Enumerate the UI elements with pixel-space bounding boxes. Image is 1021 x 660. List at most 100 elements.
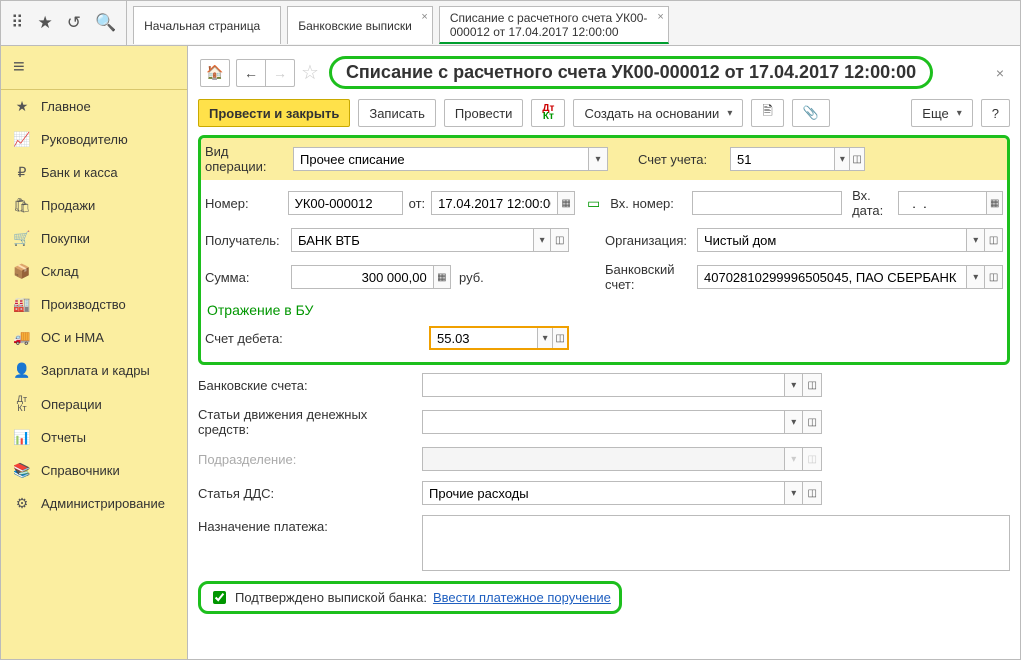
report-icon: 📊 bbox=[13, 429, 31, 446]
in-date-label: Вх. дата: bbox=[848, 188, 892, 218]
debit-account-label: Счет дебета: bbox=[205, 331, 423, 346]
post-button[interactable]: Провести bbox=[444, 99, 524, 127]
forward-button[interactable]: → bbox=[265, 59, 295, 87]
close-icon[interactable]: × bbox=[421, 10, 427, 24]
sum-field[interactable] bbox=[292, 266, 433, 288]
open-icon[interactable]: ◫ bbox=[802, 411, 821, 433]
dtkt-icon: ДтКт bbox=[13, 395, 31, 413]
sidebar-item-production[interactable]: 🏭Производство bbox=[1, 288, 187, 321]
sidebar-item-main[interactable]: ★Главное bbox=[1, 90, 187, 123]
number-field[interactable] bbox=[289, 192, 402, 214]
cashflow-items-field[interactable] bbox=[423, 411, 784, 433]
person-icon: 👤 bbox=[13, 362, 31, 379]
sidebar-item-manager[interactable]: 📈Руководителю bbox=[1, 123, 187, 156]
account-field[interactable] bbox=[731, 148, 834, 170]
date-field[interactable] bbox=[432, 192, 557, 214]
bank-accounts-field[interactable] bbox=[423, 374, 784, 396]
sidebar-item-hr[interactable]: 👤Зарплата и кадры bbox=[1, 354, 187, 387]
org-field[interactable] bbox=[698, 229, 966, 251]
open-icon[interactable]: ◫ bbox=[984, 229, 1002, 251]
sidebar-item-admin[interactable]: ⚙Администрирование bbox=[1, 487, 187, 520]
calendar-icon[interactable]: ▦ bbox=[986, 192, 1002, 214]
favorite-icon[interactable]: ★ bbox=[37, 13, 52, 33]
bank-account-field[interactable] bbox=[698, 266, 966, 288]
sidebar-item-bank[interactable]: ₽Банк и касса bbox=[1, 156, 187, 189]
open-icon[interactable]: ◫ bbox=[984, 266, 1002, 288]
dropdown-icon[interactable]: ▾ bbox=[784, 482, 803, 504]
number-label: Номер: bbox=[205, 196, 284, 211]
calculator-icon[interactable]: ▦ bbox=[433, 266, 450, 288]
attach-button[interactable]: 📎 bbox=[792, 99, 830, 127]
cashflow-items-label: Статьи движения денежных средств: bbox=[198, 407, 416, 437]
open-icon: ◫ bbox=[802, 448, 821, 470]
favorite-star-icon[interactable]: ☆ bbox=[301, 60, 319, 85]
sidebar-item-reports[interactable]: 📊Отчеты bbox=[1, 421, 187, 454]
sidebar-item-purchases[interactable]: 🛒Покупки bbox=[1, 222, 187, 255]
currency-label: руб. bbox=[455, 270, 484, 285]
enter-payment-order-link[interactable]: Ввести платежное поручение bbox=[433, 590, 611, 605]
dropdown-icon[interactable]: ▾ bbox=[588, 148, 607, 170]
close-icon[interactable]: × bbox=[992, 65, 1008, 81]
sidebar-item-stock[interactable]: 📦Склад bbox=[1, 255, 187, 288]
confirmed-checkbox[interactable] bbox=[213, 591, 226, 604]
open-icon[interactable]: ◫ bbox=[802, 482, 821, 504]
tab-bank-statements[interactable]: Банковские выписки × bbox=[287, 6, 433, 44]
more-button[interactable]: Еще bbox=[911, 99, 972, 127]
history-icon[interactable]: ↺ bbox=[67, 13, 81, 33]
dropdown-icon[interactable]: ▾ bbox=[966, 266, 984, 288]
sidebar-item-catalogs[interactable]: 📚Справочники bbox=[1, 454, 187, 487]
star-icon: ★ bbox=[13, 98, 31, 115]
dds-item-field[interactable] bbox=[423, 482, 784, 504]
org-label: Организация: bbox=[601, 233, 691, 248]
op-type-field[interactable] bbox=[294, 148, 588, 170]
purpose-field[interactable] bbox=[423, 515, 1009, 571]
factory-icon: 🏭 bbox=[13, 296, 31, 313]
page-header: 🏠 ← → ☆ Списание с расчетного счета УК00… bbox=[188, 46, 1020, 95]
recipient-label: Получатель: bbox=[205, 233, 287, 248]
dropdown-icon[interactable]: ▾ bbox=[784, 411, 803, 433]
dtkt-button[interactable]: ДтКт bbox=[531, 99, 565, 127]
apps-icon[interactable]: ⠿ bbox=[11, 13, 23, 33]
dropdown-icon[interactable]: ▾ bbox=[834, 148, 849, 170]
sidebar-item-assets[interactable]: 🚚ОС и НМА bbox=[1, 321, 187, 354]
sidebar-item-operations[interactable]: ДтКтОперации bbox=[1, 387, 187, 421]
ruble-icon: ₽ bbox=[13, 164, 31, 181]
close-icon[interactable]: × bbox=[657, 10, 663, 24]
print-button[interactable]: 🖹 bbox=[751, 99, 783, 127]
search-icon[interactable]: 🔍 bbox=[95, 13, 116, 33]
account-label: Счет учета: bbox=[634, 152, 724, 167]
confirmed-by-bank-box: Подтверждено выпиской банка: Ввести плат… bbox=[198, 581, 622, 614]
posted-indicator-icon: ▭ bbox=[587, 195, 600, 212]
home-button[interactable]: 🏠 bbox=[200, 59, 230, 87]
dds-item-label: Статья ДДС: bbox=[198, 486, 416, 501]
open-icon[interactable]: ◫ bbox=[849, 148, 864, 170]
dropdown-icon[interactable]: ▾ bbox=[537, 328, 552, 348]
dropdown-icon[interactable]: ▾ bbox=[784, 374, 803, 396]
write-button[interactable]: Записать bbox=[358, 99, 436, 127]
tab-home[interactable]: Начальная страница bbox=[133, 6, 281, 44]
department-label: Подразделение: bbox=[198, 452, 416, 467]
sidebar-item-sales[interactable]: 🛍Продажи bbox=[1, 189, 187, 222]
dropdown-icon[interactable]: ▾ bbox=[966, 229, 984, 251]
post-and-close-button[interactable]: Провести и закрыть bbox=[198, 99, 350, 127]
in-number-field[interactable] bbox=[693, 192, 841, 214]
create-based-on-button[interactable]: Создать на основании bbox=[573, 99, 743, 127]
tab-writeoff[interactable]: Списание с расчетного счета УК00-000012 … bbox=[439, 6, 669, 44]
dropdown-icon[interactable]: ▾ bbox=[533, 229, 551, 251]
box-icon: 📦 bbox=[13, 263, 31, 280]
calendar-icon[interactable]: ▦ bbox=[557, 192, 574, 214]
open-icon[interactable]: ◫ bbox=[552, 328, 567, 348]
bank-accounts-label: Банковские счета: bbox=[198, 378, 416, 393]
back-button[interactable]: ← bbox=[236, 59, 265, 87]
open-icon[interactable]: ◫ bbox=[802, 374, 821, 396]
cart-icon: 🛒 bbox=[13, 230, 31, 247]
dropdown-icon: ▾ bbox=[784, 448, 803, 470]
page-title: Списание с расчетного счета УК00-000012 … bbox=[329, 56, 933, 89]
open-icon[interactable]: ◫ bbox=[550, 229, 568, 251]
in-date-field[interactable] bbox=[899, 192, 986, 214]
help-button[interactable]: ? bbox=[981, 99, 1010, 127]
hamburger-icon[interactable]: ≡ bbox=[1, 46, 187, 90]
recipient-field[interactable] bbox=[292, 229, 533, 251]
debit-account-field[interactable] bbox=[431, 327, 537, 349]
section-bu-title: Отражение в БУ bbox=[207, 302, 1003, 318]
